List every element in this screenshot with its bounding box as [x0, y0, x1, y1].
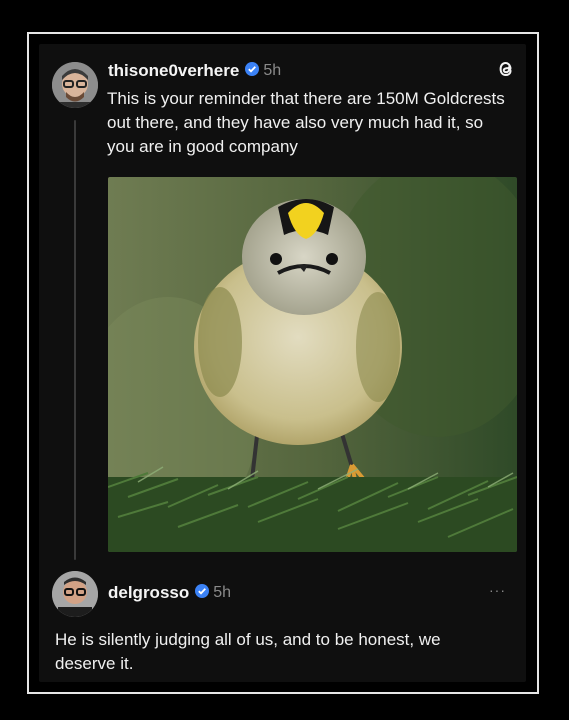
reply-author-avatar[interactable] [52, 571, 98, 617]
reply-timestamp: 5h [213, 584, 232, 601]
reply-header: delgrosso 5h [108, 583, 231, 603]
more-options-icon[interactable]: ··· [489, 582, 506, 598]
post-username[interactable]: thisone0verhere [108, 61, 239, 81]
reply-text: He is silently judging all of us, and to… [55, 630, 441, 673]
verified-badge-icon [195, 583, 210, 603]
reply-username[interactable]: delgrosso [108, 583, 189, 603]
post-author-avatar[interactable] [52, 62, 98, 108]
goldcrest-photo[interactable] [108, 177, 517, 552]
post-header: thisone0verhere 5h [108, 61, 281, 81]
post-timestamp: 5h [263, 62, 282, 79]
post-text: This is your reminder that there are 150… [107, 89, 505, 156]
thread-connector-line [74, 120, 76, 560]
verified-badge-icon [245, 61, 260, 81]
threads-icon[interactable] [495, 58, 517, 85]
